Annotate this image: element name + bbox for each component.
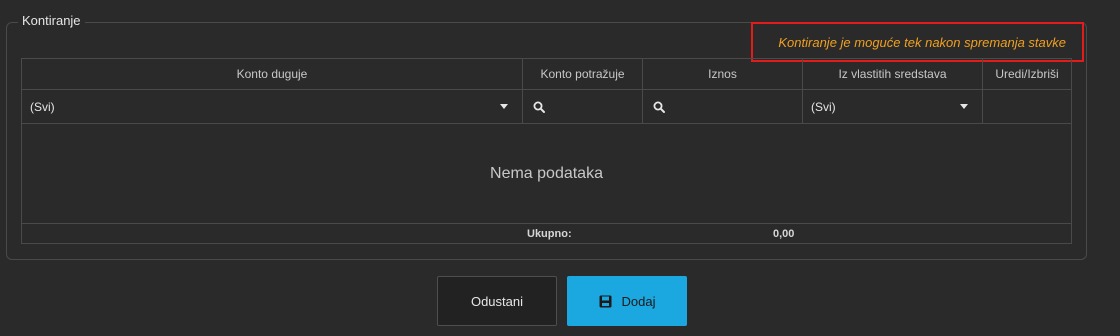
column-header-iznos[interactable]: Iznos	[643, 59, 803, 89]
kontiranje-grid: Konto duguje Konto potražuje Iznos Iz vl…	[21, 58, 1072, 244]
section-legend: Kontiranje	[18, 13, 85, 28]
cancel-button-label: Odustani	[470, 293, 524, 309]
total-label: Ukupno:	[527, 228, 572, 240]
search-icon	[533, 101, 545, 113]
column-header-konto-duguje[interactable]: Konto duguje	[22, 59, 523, 89]
cancel-button[interactable]: Odustani	[437, 276, 557, 326]
add-button-label: Dodaj	[621, 293, 656, 309]
column-header-uredi-izbrisi: Uredi/Izbriši	[995, 67, 1059, 81]
filter-iz-vlastitih-value: (Svi)	[811, 99, 836, 114]
filter-konto-potrazuje-search[interactable]	[523, 90, 643, 123]
save-icon	[599, 295, 612, 307]
column-header-konto-potrazuje[interactable]: Konto potražuje	[523, 59, 643, 89]
filter-uredi-izbrisi-empty	[983, 90, 1071, 123]
column-header-iz-vlastitih-sredstava[interactable]: Iz vlastitih sredstava	[803, 59, 983, 89]
filter-konto-duguje-select[interactable]: (Svi)	[22, 90, 523, 123]
notice-text: Kontiranje je moguće tek nakon spremanja…	[778, 34, 1066, 50]
grid-filter-row: (Svi) (Svi)	[22, 90, 1071, 124]
filter-konto-duguje-value: (Svi)	[30, 99, 55, 114]
filter-iz-vlastitih-select[interactable]: (Svi)	[803, 90, 983, 123]
grid-total-row: Ukupno: 0,00	[22, 223, 1071, 243]
chevron-down-icon	[500, 104, 508, 109]
search-icon	[653, 101, 665, 113]
chevron-down-icon	[960, 104, 968, 109]
notice-message: Kontiranje je moguće tek nakon spremanja…	[751, 22, 1084, 62]
filter-iznos-search[interactable]	[643, 90, 803, 123]
total-value: 0,00	[773, 228, 795, 240]
grid-header-row: Konto duguje Konto potražuje Iznos Iz vl…	[22, 59, 1071, 90]
empty-data-message: Nema podataka	[490, 164, 603, 182]
add-button[interactable]: Dodaj	[567, 276, 687, 326]
